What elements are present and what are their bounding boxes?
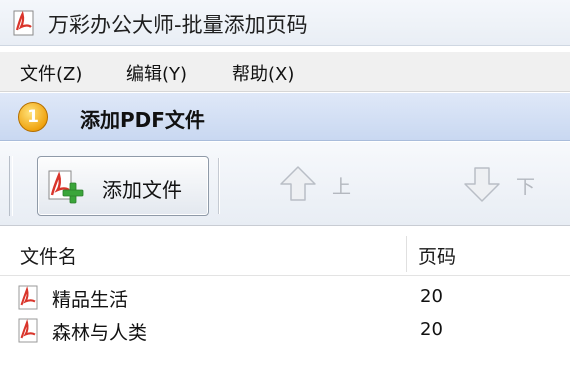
arrow-up-icon <box>280 166 316 201</box>
step-header: 1 添加PDF文件 <box>0 93 570 141</box>
menu-edit[interactable]: 编辑(Y) <box>126 60 187 86</box>
window-title: 万彩办公大师-批量添加页码 <box>48 13 308 37</box>
file-list-header: 文件名 页码 <box>0 232 570 276</box>
page-count: 20 <box>420 286 443 307</box>
app-pdf-icon <box>13 10 34 36</box>
table-row[interactable]: 森林与人类 20 <box>0 313 570 347</box>
move-down-button[interactable]: 下 <box>462 164 562 204</box>
title-bar: 万彩办公大师-批量添加页码 <box>0 0 570 46</box>
file-name: 森林与人类 <box>52 322 148 344</box>
add-files-label: 添加文件 <box>102 178 182 202</box>
toolbar-separator <box>218 158 220 214</box>
toolbar: 添加文件 上 下 <box>0 142 570 226</box>
move-up-button[interactable]: 上 <box>278 164 368 204</box>
step-title: 添加PDF文件 <box>80 108 205 132</box>
table-row[interactable]: 精品生活 20 <box>0 280 570 314</box>
menu-bar: 文件(Z) 编辑(Y) 帮助(X) <box>0 52 570 92</box>
arrow-down-icon <box>464 167 500 202</box>
page-count: 20 <box>420 319 443 340</box>
move-up-label: 上 <box>332 176 352 198</box>
step-number-badge: 1 <box>18 102 48 132</box>
column-divider[interactable] <box>406 236 407 272</box>
column-header-pages[interactable]: 页码 <box>418 242 456 269</box>
column-header-filename[interactable]: 文件名 <box>20 242 77 269</box>
add-files-button[interactable]: 添加文件 <box>37 156 209 216</box>
menu-help[interactable]: 帮助(X) <box>232 60 294 86</box>
pdf-file-icon <box>18 318 38 343</box>
file-name: 精品生活 <box>52 289 129 311</box>
move-down-label: 下 <box>516 176 536 198</box>
pdf-file-icon <box>18 285 38 310</box>
pdf-add-icon <box>48 170 84 204</box>
toolbar-grip <box>9 156 13 216</box>
menu-file[interactable]: 文件(Z) <box>20 60 82 86</box>
